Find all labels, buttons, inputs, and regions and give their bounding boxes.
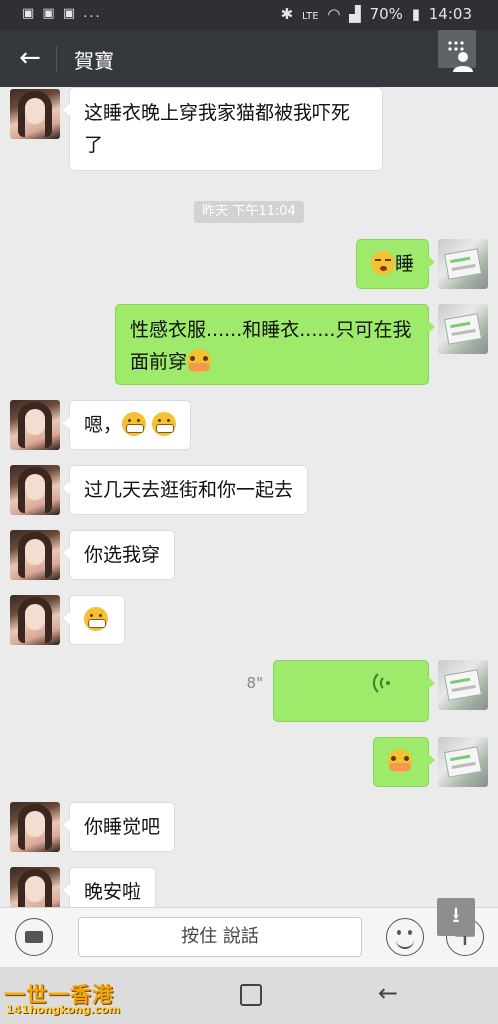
network-label: LTE — [301, 11, 319, 22]
message-text: 过几天去逛街和你一起去 — [84, 479, 294, 501]
contact-avatar[interactable] — [10, 400, 60, 450]
message-bubble[interactable]: 你睡觉吧 — [62, 802, 176, 852]
message-text: 嗯， — [84, 414, 123, 436]
message-text: 晚安啦 — [84, 881, 142, 903]
message-bubble[interactable]: 睡 — [355, 239, 436, 289]
signal-icon: ▟ — [349, 5, 361, 23]
contact-avatar[interactable] — [10, 802, 60, 852]
shy-emoji-icon — [187, 349, 212, 373]
person-icon — [453, 52, 473, 72]
message-bubble[interactable] — [373, 737, 435, 787]
chat-header: ← 賀寶 — [0, 30, 498, 87]
contact-avatar[interactable] — [10, 89, 60, 139]
status-right: ✱ LTE ◠ ▟ 70% ▮ 14:03 — [277, 5, 472, 23]
contact-avatar[interactable] — [10, 465, 60, 515]
voice-duration: 8" — [246, 674, 263, 692]
contact-avatar[interactable] — [10, 867, 60, 907]
message-bubble[interactable] — [63, 595, 125, 645]
message-text: 性感衣服......和睡衣......只可在我面前穿 — [130, 319, 412, 373]
message-text: 你选我穿 — [84, 544, 161, 566]
grin-emoji-icon — [84, 607, 108, 631]
message-bubble[interactable]: 晚安啦 — [62, 867, 157, 907]
back-arrow-icon: ← — [378, 979, 399, 1007]
battery-icon: ▮ — [411, 5, 420, 23]
my-avatar[interactable] — [438, 239, 488, 289]
message-bubble[interactable]: 你选我穿 — [62, 530, 176, 580]
message-text: 这睡衣晚上穿我家猫都被我吓死了 — [84, 102, 351, 156]
battery-percent: 70% — [369, 5, 403, 23]
recent-apps-button[interactable] — [240, 984, 262, 1006]
nav-back-button[interactable]: ← — [378, 979, 398, 1007]
contact-avatar[interactable] — [10, 530, 60, 580]
keyboard-toggle-button[interactable] — [15, 918, 53, 956]
my-avatar[interactable] — [438, 304, 488, 354]
grin-emoji-icon — [122, 412, 147, 436]
notification-icons: ▣ ▣ ▣ ... — [22, 6, 102, 21]
input-bar: 按住 說話 + — [0, 907, 498, 967]
keyboard-icon — [25, 931, 43, 943]
message-bubble[interactable]: 嗯， — [62, 400, 192, 450]
grin-emoji-icon — [152, 412, 177, 436]
download-arrow-icon: ⭳ — [452, 903, 460, 928]
bluetooth-icon: ✱ — [280, 5, 294, 23]
clock: 14:03 — [428, 5, 472, 23]
timestamp: 昨天 下午11:04 — [194, 201, 304, 223]
header-divider — [56, 46, 57, 72]
hold-to-talk-button[interactable]: 按住 說話 — [78, 917, 362, 957]
chat-info-button[interactable] — [438, 30, 476, 72]
message-bubble[interactable]: 过几天去逛街和你一起去 — [62, 465, 309, 515]
message-bubble[interactable]: 性感衣服......和睡衣......只可在我面前穿 — [115, 304, 435, 385]
watermark-url: 141hongkong.com — [6, 1003, 121, 1016]
shy-emoji-icon — [388, 749, 412, 773]
watermark-logo: 一世一香港 141hongkong.com — [4, 979, 128, 1017]
back-button[interactable]: ← — [15, 44, 45, 74]
my-avatar[interactable] — [438, 660, 488, 710]
my-avatar[interactable] — [438, 737, 488, 787]
message-text: 你睡觉吧 — [84, 816, 161, 838]
arrow-left-icon: ← — [19, 43, 41, 73]
emoji-button[interactable] — [386, 918, 424, 956]
chat-messages[interactable]: 这睡衣晚上穿我家猫都被我吓死了 昨天 下午11:04 睡 性感衣服......和… — [0, 87, 498, 907]
status-bar: ▣ ▣ ▣ ... ✱ LTE ◠ ▟ 70% ▮ 14:03 — [0, 0, 498, 30]
message-bubble[interactable]: 这睡衣晚上穿我家猫都被我吓死了 — [63, 87, 383, 171]
voice-wave-icon — [372, 673, 390, 693]
system-nav-bar: 一世一香港 141hongkong.com ← — [0, 967, 498, 1024]
voice-message-bubble[interactable] — [273, 660, 435, 722]
sleepy-emoji-icon — [370, 251, 395, 275]
message-text: 睡 — [394, 253, 414, 275]
contact-avatar[interactable] — [10, 595, 60, 645]
chat-title: 賀寶 — [74, 49, 114, 73]
scroll-to-bottom-button[interactable]: ⭳ — [437, 898, 475, 936]
wifi-icon: ◠ — [327, 5, 341, 23]
